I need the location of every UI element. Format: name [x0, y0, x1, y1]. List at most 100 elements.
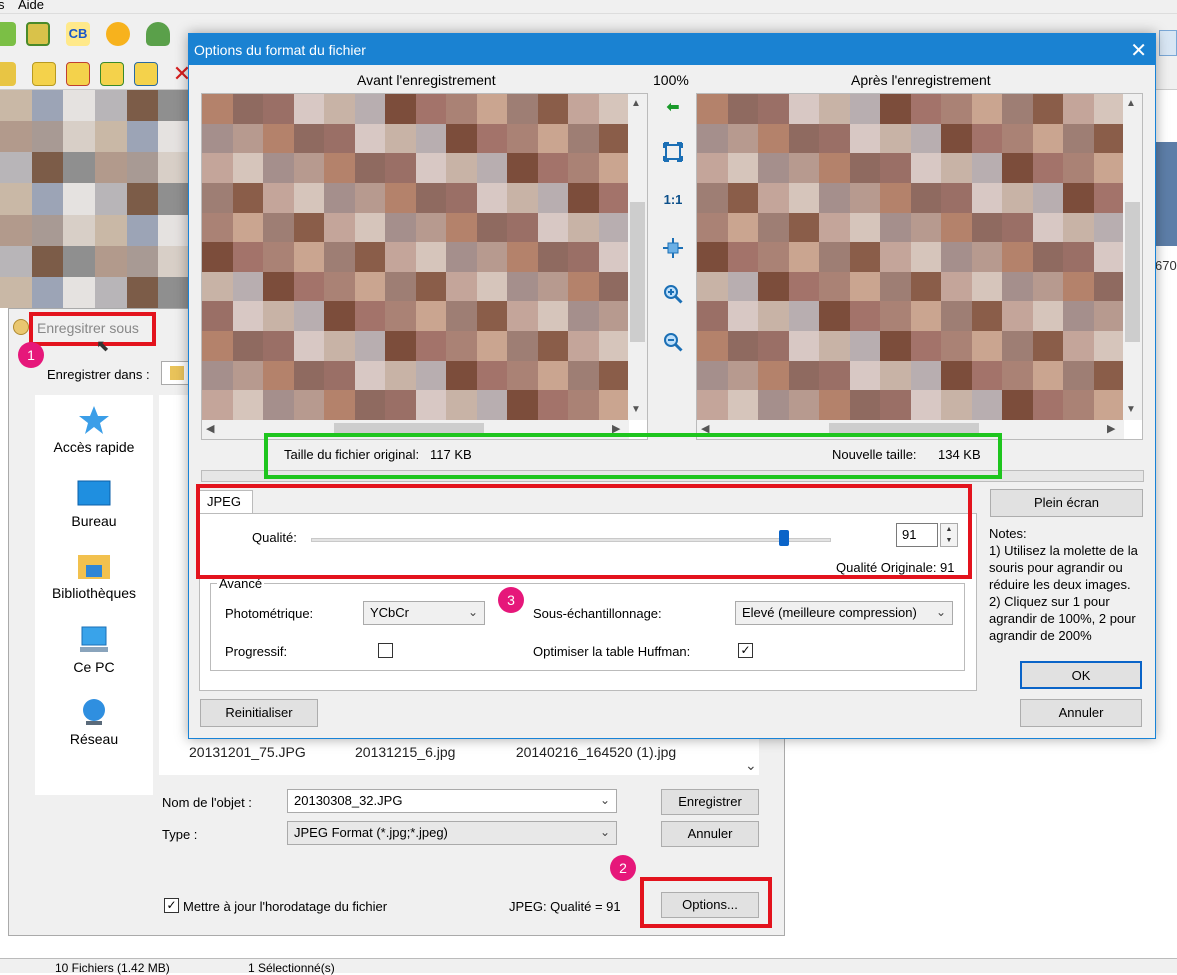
notes: Notes: 1) Utilisez la molette de la sour… [989, 525, 1149, 644]
zoom-out-icon[interactable] [659, 328, 687, 356]
mosaic-cell [232, 360, 263, 391]
brightness-icon[interactable] [106, 22, 130, 46]
mosaic-cell [63, 121, 95, 153]
save-location-label: Enregistrer dans : [47, 367, 150, 382]
place-desktop[interactable]: Bureau [35, 479, 153, 529]
fit-window-icon[interactable] [659, 138, 687, 166]
chevron-down-icon[interactable]: ⌄ [745, 757, 757, 774]
dialog-titlebar[interactable]: Options du format du fichier ✕ [189, 34, 1155, 65]
place-network[interactable]: Réseau [35, 697, 153, 747]
reset-button[interactable]: Reinitialiser [200, 699, 318, 727]
chevron-down-icon[interactable]: ⌄ [468, 605, 478, 619]
mosaic-cell [354, 182, 385, 213]
mosaic-cell [727, 182, 758, 213]
scrollbar-thumb[interactable] [1125, 202, 1140, 342]
toolbar-icon-partial[interactable] [0, 22, 16, 46]
file-item[interactable]: 20131201_75.JPG [189, 744, 306, 760]
fit-both-icon[interactable] [659, 234, 687, 262]
mosaic-cell [1002, 94, 1033, 124]
mosaic-cell [568, 212, 599, 243]
mosaic-cell [385, 301, 416, 332]
mosaic-cell [880, 390, 911, 420]
mosaic-cell [788, 153, 819, 183]
vertical-scrollbar[interactable]: ▲ ▼ [1123, 94, 1142, 420]
annotation-box-options [640, 877, 772, 928]
toolbar-icon-partial-2[interactable] [0, 62, 16, 86]
photometric-select[interactable]: YCbCr ⌄ [363, 601, 485, 625]
mosaic-cell [568, 242, 599, 272]
mosaic-cell [1063, 301, 1094, 332]
user-icon[interactable] [146, 22, 170, 46]
mosaic-cell [1032, 360, 1063, 391]
chevron-down-icon[interactable]: ▼ [631, 404, 641, 415]
before-preview-pane[interactable]: ▲ ▼ ◀ ▶ [201, 93, 648, 440]
thumbnail-partial[interactable] [1155, 142, 1177, 246]
mosaic-cell [507, 242, 538, 272]
file-type-select[interactable]: JPEG Format (*.jpg;*.jpeg) ⌄ [287, 821, 617, 845]
file-item[interactable]: 20131215_6.jpg [355, 744, 455, 760]
cancel-button[interactable]: Annuler [661, 821, 759, 847]
mosaic-cell [568, 331, 599, 361]
mosaic-cell [202, 153, 233, 183]
view-toggle-icon[interactable] [1159, 30, 1177, 56]
mosaic-cell [0, 121, 32, 153]
scrollbar-thumb[interactable] [630, 202, 645, 342]
mosaic-cell [293, 242, 324, 272]
copy-icon[interactable] [100, 62, 124, 86]
place-libraries[interactable]: Bibliothèques [35, 551, 153, 601]
save-location-combo[interactable] [161, 361, 191, 385]
star-folder-icon[interactable] [32, 62, 56, 86]
fullscreen-button[interactable]: Plein écran [990, 489, 1143, 517]
chevron-down-icon[interactable]: ⌄ [600, 793, 610, 807]
mosaic-cell [941, 153, 972, 183]
mosaic-cell [385, 271, 416, 302]
chevron-up-icon[interactable]: ▲ [631, 98, 641, 109]
place-quick-access[interactable]: Accès rapide [35, 405, 153, 455]
menu-item-fragment[interactable]: s [0, 0, 5, 12]
chevron-up-icon[interactable]: ▲ [1126, 98, 1136, 109]
zoom-in-icon[interactable] [659, 280, 687, 308]
mosaic-cell [324, 331, 355, 361]
close-icon[interactable]: ✕ [1130, 38, 1147, 63]
move-icon[interactable] [134, 62, 158, 86]
mosaic-cell [758, 94, 789, 124]
chevron-left-icon[interactable]: ◀ [206, 422, 214, 435]
mosaic-cell [568, 390, 599, 420]
subsampling-select[interactable]: Elevé (meilleure compression) ⌄ [735, 601, 953, 625]
chevron-down-icon[interactable]: ⌄ [936, 605, 946, 619]
chevron-down-icon[interactable]: ⌄ [600, 825, 610, 839]
place-this-pc[interactable]: Ce PC [35, 625, 153, 675]
note-item: 2) Cliquez sur 1 pour agrandir de 100%, … [989, 594, 1136, 643]
mosaic-cell [568, 153, 599, 183]
timestamp-checkbox[interactable]: ✓ [164, 898, 179, 913]
mosaic-cell [758, 360, 789, 391]
vertical-scrollbar[interactable]: ▲ ▼ [628, 94, 647, 420]
color-balance-icon[interactable]: CB [66, 22, 90, 46]
save-button[interactable]: Enregistrer [661, 789, 759, 815]
after-preview-pane[interactable]: ▲ ▼ ◀ ▶ [696, 93, 1143, 440]
huffman-checkbox[interactable]: ✓ [738, 643, 753, 658]
chevron-right-icon[interactable]: ▶ [1107, 422, 1115, 435]
progressive-checkbox[interactable] [378, 643, 393, 658]
favorite-icon[interactable] [66, 62, 90, 86]
object-name-input[interactable]: 20130308_32.JPG ⌄ [287, 789, 617, 813]
mosaic-cell [598, 212, 629, 243]
mosaic-cell [202, 331, 233, 361]
chevron-down-icon[interactable]: ▼ [1126, 404, 1136, 415]
thumbnail-preview[interactable] [0, 90, 190, 308]
libraries-icon [76, 551, 112, 581]
mosaic-cell [941, 123, 972, 154]
arrow-left-icon[interactable]: ⬅ [659, 94, 687, 122]
mosaic-cell [324, 123, 355, 154]
cancel-button[interactable]: Annuler [1020, 699, 1142, 727]
mosaic-cell [293, 182, 324, 213]
mosaic-cell [415, 212, 446, 243]
actual-size-button[interactable]: 1:1 [659, 186, 687, 214]
mosaic-cell [31, 276, 64, 308]
mosaic-cell [94, 152, 127, 184]
mosaic-cell [788, 331, 819, 361]
menu-item-aide[interactable]: Aide [18, 0, 44, 12]
ok-button[interactable]: OK [1020, 661, 1142, 689]
file-item[interactable]: 20140216_164520 (1).jpg [511, 744, 681, 760]
crop-icon[interactable] [26, 22, 50, 46]
